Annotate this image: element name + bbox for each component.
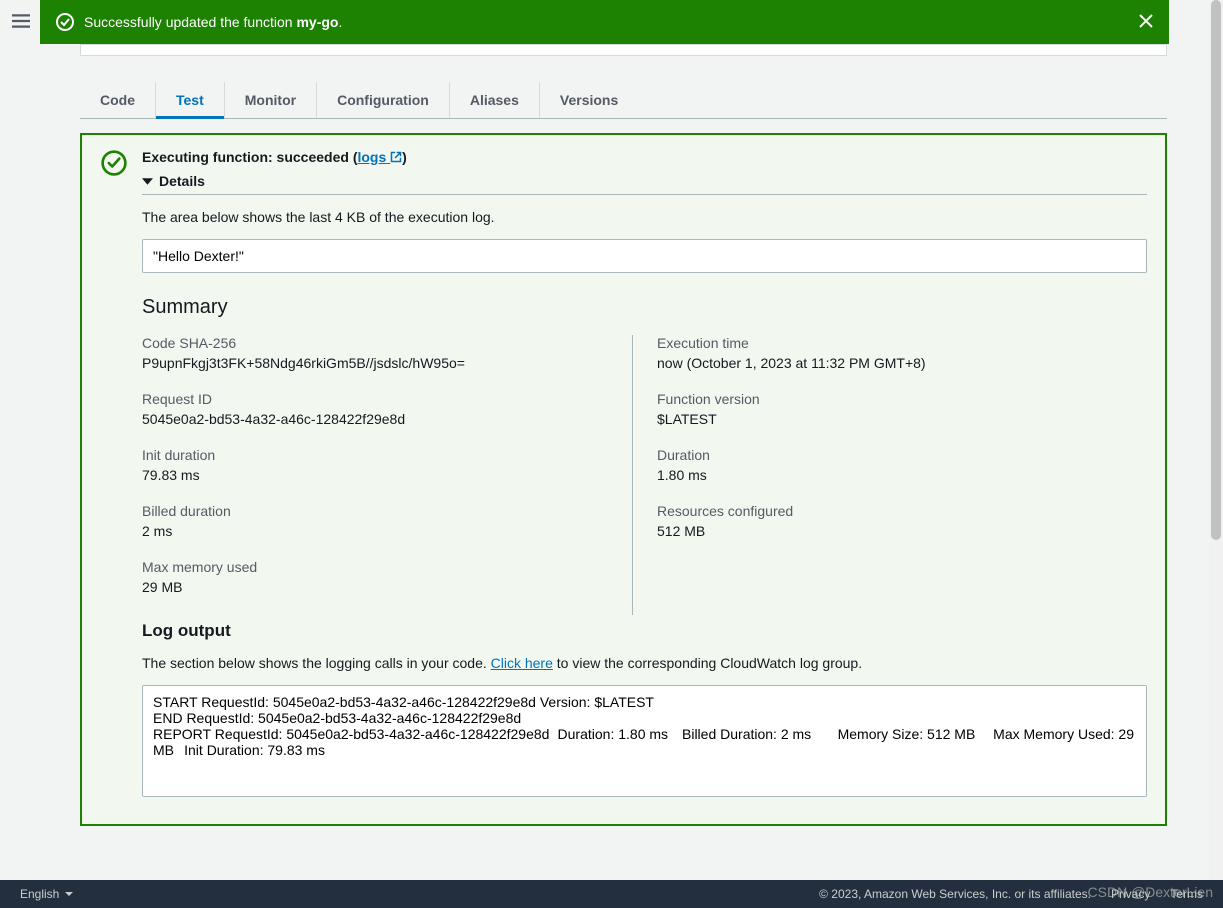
logs-link[interactable]: logs	[357, 149, 402, 165]
log-output-box[interactable]	[142, 685, 1147, 797]
execution-result: Executing function: succeeded (logs ) De…	[80, 133, 1167, 826]
caret-down-icon	[142, 176, 153, 187]
field-function-version: Function version $LATEST	[657, 391, 1123, 427]
banner-function-name: my-go	[296, 14, 338, 30]
tab-configuration[interactable]: Configuration	[317, 82, 450, 118]
exec-prefix: Executing function: succeeded (	[142, 149, 357, 165]
tab-versions[interactable]: Versions	[540, 82, 638, 118]
details-divider	[142, 194, 1147, 195]
footer-bar: English © 2023, Amazon Web Services, Inc…	[0, 880, 1223, 908]
success-icon	[100, 149, 128, 800]
field-resources-configured: Resources configured 512 MB	[657, 503, 1123, 539]
execution-output[interactable]	[142, 239, 1147, 273]
tab-monitor[interactable]: Monitor	[225, 82, 317, 118]
caret-down-icon	[65, 890, 73, 898]
field-init-duration: Init duration 79.83 ms	[142, 447, 608, 483]
log-output-note: The section below shows the logging call…	[142, 655, 1147, 671]
field-max-memory-used: Max memory used 29 MB	[142, 559, 608, 595]
banner-period: .	[338, 14, 342, 30]
field-duration: Duration 1.80 ms	[657, 447, 1123, 483]
summary-heading: Summary	[142, 296, 1147, 319]
close-icon	[1139, 14, 1153, 28]
summary-right-col: Execution time now (October 1, 2023 at 1…	[632, 335, 1147, 615]
field-code-sha256: Code SHA-256 P9upnFkgj3t3FK+58Ndg46rkiGm…	[142, 335, 608, 371]
footer-terms-link[interactable]: Terms	[1170, 887, 1203, 901]
banner-prefix: Successfully updated the function	[84, 14, 296, 30]
field-execution-time: Execution time now (October 1, 2023 at 1…	[657, 335, 1123, 371]
success-banner: Successfully updated the function my-go.	[40, 0, 1169, 44]
tab-code[interactable]: Code	[80, 82, 156, 118]
field-billed-duration: Billed duration 2 ms	[142, 503, 608, 539]
function-panel-tail	[80, 44, 1167, 56]
content-area: Code Test Monitor Configuration Aliases …	[80, 0, 1167, 826]
exec-suffix: )	[402, 149, 407, 165]
language-selector[interactable]: English	[20, 887, 73, 901]
page-container: Code Test Monitor Configuration Aliases …	[40, 0, 1207, 880]
vertical-scrollbar[interactable]	[1209, 0, 1223, 880]
tab-aliases[interactable]: Aliases	[450, 82, 540, 118]
log-note: The area below shows the last 4 KB of th…	[142, 209, 1147, 225]
execution-status-line: Executing function: succeeded (logs )	[142, 149, 1147, 165]
summary-grid: Code SHA-256 P9upnFkgj3t3FK+58Ndg46rkiGm…	[142, 335, 1147, 615]
tab-test[interactable]: Test	[156, 82, 225, 118]
tabs-bar: Code Test Monitor Configuration Aliases …	[80, 82, 1167, 119]
summary-left-col: Code SHA-256 P9upnFkgj3t3FK+58Ndg46rkiGm…	[142, 335, 632, 615]
external-link-icon	[390, 151, 402, 163]
success-check-icon	[56, 13, 74, 31]
field-request-id: Request ID 5045e0a2-bd53-4a32-a46c-12842…	[142, 391, 608, 427]
footer-copyright: © 2023, Amazon Web Services, Inc. or its…	[819, 887, 1091, 901]
click-here-link[interactable]: Click here	[491, 655, 553, 671]
menu-icon[interactable]	[12, 12, 30, 33]
banner-close-button[interactable]	[1139, 14, 1153, 31]
scroll-thumb[interactable]	[1211, 0, 1221, 540]
details-toggle[interactable]: Details	[142, 173, 205, 189]
footer-privacy-link[interactable]: Privacy	[1111, 887, 1150, 901]
details-label: Details	[159, 173, 205, 189]
log-output-heading: Log output	[142, 621, 1147, 641]
